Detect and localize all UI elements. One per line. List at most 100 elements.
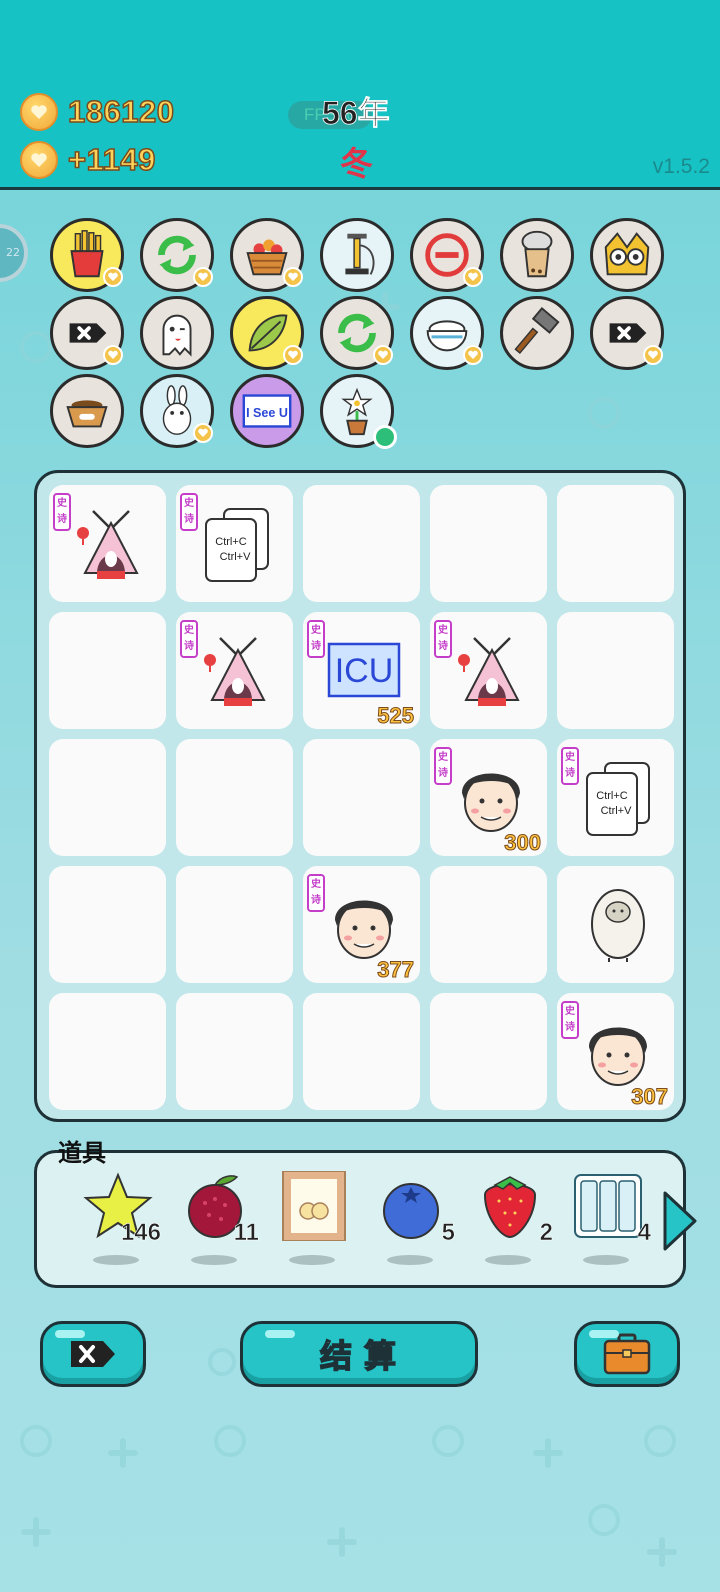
ghost-icon[interactable] [140, 296, 214, 370]
leaf-icon[interactable] [230, 296, 304, 370]
rice-bowl-icon[interactable] [410, 296, 484, 370]
heart-badge-icon [193, 267, 213, 287]
year-label: 56年 [322, 95, 390, 132]
board-cell-ctrl-cv[interactable]: Ctrl+C Ctrl+V 史诗 [557, 739, 674, 856]
minus-icon[interactable] [410, 218, 484, 292]
blueberry-icon [383, 1183, 439, 1239]
board-cell-bunny-tent[interactable]: 史诗 [430, 612, 547, 729]
heart-badge-icon [643, 345, 663, 365]
heart-badge-icon [283, 345, 303, 365]
cell-value: 377 [377, 957, 415, 983]
props-tray: 146 11 5 2 4 [34, 1150, 697, 1288]
ctrl-c-label: Ctrl+C [215, 536, 247, 548]
board-cell-empty[interactable] [430, 485, 547, 602]
epic-tag: 史诗 [434, 620, 452, 658]
board-cell-face[interactable]: 史诗 300 [430, 739, 547, 856]
heart-badge-icon [283, 267, 303, 287]
board-cell-ctrl-cv[interactable]: Ctrl+C Ctrl+V 史诗 [176, 485, 293, 602]
recycle-icon[interactable] [140, 218, 214, 292]
fries-icon[interactable] [50, 218, 124, 292]
board-cell-empty[interactable] [303, 993, 420, 1110]
heart-badge-icon [463, 267, 483, 287]
potted-flower-icon[interactable] [320, 374, 397, 449]
strawberry-icon [483, 1176, 537, 1239]
ctrl-c-label: Ctrl+C [596, 790, 628, 802]
fruit-basket-icon[interactable] [230, 218, 304, 292]
epic-tag: 史诗 [307, 620, 325, 658]
heart-badge-icon [103, 345, 123, 365]
epic-tag: 史诗 [434, 747, 452, 785]
coin-icon [20, 141, 58, 179]
coin-income: +1149 [20, 140, 156, 180]
framed-picture-icon [282, 1171, 346, 1241]
prop-triple-slot[interactable]: 4 [567, 1171, 657, 1271]
side-toggle-label: 22 [6, 246, 20, 259]
heart-badge-icon [103, 267, 123, 287]
board-cell-empty[interactable] [176, 993, 293, 1110]
hammer-icon[interactable] [500, 296, 574, 370]
season-label: 冬 [340, 145, 373, 182]
board-cell-empty[interactable] [49, 993, 166, 1110]
prop-count: 5 [441, 1219, 455, 1247]
board-cell-empty[interactable] [303, 739, 420, 856]
i-see-u-label: I See U [246, 406, 288, 420]
settle-button[interactable]: 结算 [240, 1321, 478, 1387]
remove-tag-icon[interactable] [590, 296, 664, 370]
board-cell-empty[interactable] [49, 612, 166, 729]
ctrl-v-label: Ctrl+V [220, 551, 252, 563]
board-cell-empty[interactable] [303, 485, 420, 602]
epic-tag: 史诗 [53, 493, 71, 531]
prop-bayberry[interactable]: 11 [175, 1171, 265, 1271]
board-cell-empty[interactable] [557, 612, 674, 729]
props-title: 道具 [58, 1139, 106, 1167]
prop-blueberry[interactable]: 5 [371, 1171, 461, 1271]
coin-balance: 186120 [20, 92, 175, 132]
income-amount: +1149 [67, 141, 156, 178]
i-see-u-icon[interactable]: I See U [230, 374, 304, 448]
board-cell-face[interactable]: 史诗 307 [557, 993, 674, 1110]
prop-strawberry[interactable]: 2 [469, 1171, 559, 1271]
cell-value: 300 [504, 830, 542, 856]
remove-button[interactable] [40, 1321, 146, 1387]
coin-amount: 186120 [67, 93, 175, 130]
prop-count: 146 [120, 1219, 162, 1247]
board-cell-empty[interactable] [557, 485, 674, 602]
prop-count: 2 [539, 1219, 553, 1247]
new-indicator-dot [373, 425, 397, 449]
settle-label: 结算 [319, 1336, 408, 1376]
prop-count: 4 [637, 1219, 651, 1247]
remove-tag-icon[interactable] [50, 296, 124, 370]
scroll-right-arrow-icon[interactable] [659, 1189, 699, 1253]
recycle-icon[interactable] [320, 296, 394, 370]
board-cell-bunny-tent[interactable]: 史诗 [176, 612, 293, 729]
epic-tag: 史诗 [180, 620, 198, 658]
board-cell-sheep[interactable] [557, 866, 674, 983]
game-board: 史诗 Ctrl+C Ctrl+V 史诗 史诗 ICU 史诗 525 史诗 史诗 300 Ctrl+C C… [34, 470, 686, 1122]
owl-icon[interactable] [590, 218, 664, 292]
board-cell-face[interactable]: 史诗 377 [303, 866, 420, 983]
heart-badge-icon [463, 345, 483, 365]
epic-tag: 史诗 [307, 874, 325, 912]
prop-framed-picture[interactable] [273, 1171, 363, 1271]
heart-badge-icon [193, 423, 213, 443]
relic-collection: I See U [0, 200, 720, 450]
bunny-icon[interactable] [140, 374, 214, 448]
board-cell-empty[interactable] [49, 866, 166, 983]
board-cell-empty[interactable] [49, 739, 166, 856]
board-cell-empty[interactable] [176, 866, 293, 983]
icu-label: ICU [335, 652, 394, 690]
epic-tag: 史诗 [561, 1001, 579, 1039]
pet-bowl-icon[interactable] [50, 374, 124, 448]
inventory-button[interactable] [574, 1321, 680, 1387]
board-cell-icu[interactable]: ICU 史诗 525 [303, 612, 420, 729]
prop-star[interactable]: 146 [77, 1171, 167, 1271]
top-status-bar: 186120 +1149 FPS30 56年 冬 v1.5.2 [0, 0, 720, 190]
cell-value: 525 [377, 703, 415, 729]
bubble-tea-icon[interactable] [500, 218, 574, 292]
board-cell-empty[interactable] [430, 993, 547, 1110]
board-cell-empty[interactable] [430, 866, 547, 983]
board-cell-bunny-tent[interactable]: 史诗 [49, 485, 166, 602]
air-pump-icon[interactable] [320, 218, 394, 292]
coin-icon [20, 93, 58, 131]
board-cell-empty[interactable] [176, 739, 293, 856]
